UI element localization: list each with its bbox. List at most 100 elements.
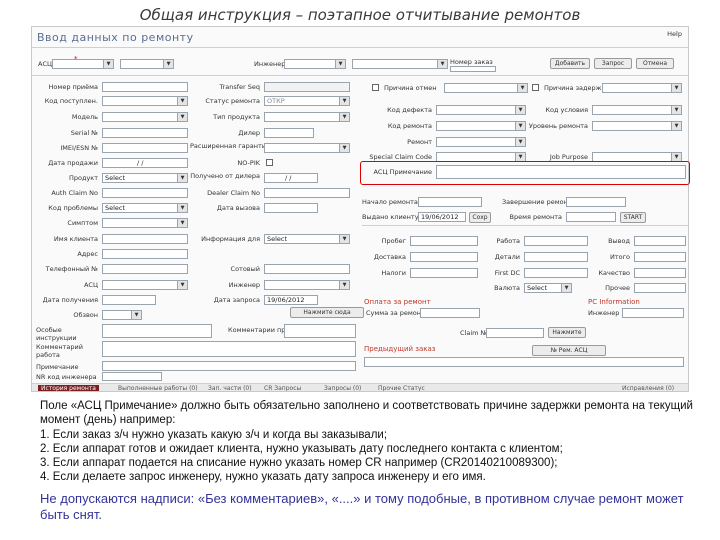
- mid-label: Дилер: [238, 129, 260, 137]
- right-label: Код ремонта: [387, 122, 432, 130]
- output-input[interactable]: [634, 236, 686, 246]
- tab-repair-history[interactable]: История ремонта: [38, 385, 99, 391]
- asc-field-select[interactable]: [102, 280, 188, 290]
- press-here-button[interactable]: Нажмите сюда: [290, 307, 364, 318]
- repair-status-select[interactable]: ОТКР: [264, 96, 350, 106]
- repair-end-input[interactable]: [566, 197, 626, 207]
- warning-text: Не допускаются надписи: «Без комментарие…: [40, 491, 684, 522]
- left-label: Код проблемы: [48, 204, 98, 212]
- repair-select[interactable]: [436, 137, 526, 147]
- repair-level-select[interactable]: [592, 121, 682, 131]
- client-info-select[interactable]: Select: [264, 234, 350, 244]
- special-instructions-label: Особые инструкции: [36, 326, 77, 342]
- tab-corrections[interactable]: Исправления (0): [622, 385, 674, 391]
- delivery-input[interactable]: [410, 252, 478, 262]
- engineer-select[interactable]: [284, 59, 346, 69]
- left-label: Обзвон: [73, 311, 98, 319]
- save-button[interactable]: Сохр: [469, 212, 491, 223]
- lower-right-label: Налоги: [381, 269, 406, 277]
- parts-input[interactable]: [524, 252, 588, 262]
- left-label: Код поступлен.: [44, 97, 98, 105]
- claim-input[interactable]: [486, 328, 544, 338]
- remarks-input[interactable]: [102, 361, 356, 371]
- engineer-field-select[interactable]: [264, 280, 350, 290]
- imei-input[interactable]: [102, 143, 188, 153]
- repair-start-input[interactable]: [418, 197, 482, 207]
- mid-label: Информация для: [201, 235, 260, 243]
- currency-select[interactable]: Select: [524, 283, 572, 293]
- add-button[interactable]: Добавить: [550, 58, 590, 69]
- auth-claim-input[interactable]: [102, 188, 188, 198]
- address-input[interactable]: [102, 249, 188, 259]
- product-type-select[interactable]: [264, 112, 350, 122]
- labor-input[interactable]: [524, 236, 588, 246]
- lower-right-label: Доставка: [373, 253, 406, 261]
- order-number-input[interactable]: [450, 66, 496, 72]
- mid-label: Дата вызова: [216, 204, 260, 212]
- quality-input[interactable]: [634, 268, 686, 278]
- call-select[interactable]: [102, 310, 142, 320]
- issue-date-input[interactable]: 19/06/2012: [418, 212, 466, 222]
- problem-code-select[interactable]: Select: [102, 203, 188, 213]
- tab-cr-requests[interactable]: CR Запросы: [264, 385, 301, 391]
- asc-repair-no-button[interactable]: № Рем. АСЦ: [532, 345, 606, 356]
- engineer-code-input[interactable]: [102, 372, 162, 381]
- help-link[interactable]: Help: [667, 30, 682, 38]
- divider: [362, 225, 688, 226]
- asc-select[interactable]: [52, 59, 114, 69]
- cancel-reason-checkbox[interactable]: [372, 84, 379, 91]
- request-date-input[interactable]: 19/06/2012: [264, 295, 318, 305]
- start-button[interactable]: START: [620, 212, 646, 223]
- receive-date-input[interactable]: [102, 295, 156, 305]
- delay-reason-select[interactable]: [602, 83, 682, 93]
- client-name-input[interactable]: [102, 234, 188, 244]
- dealer-input[interactable]: [264, 128, 314, 138]
- phone-input[interactable]: [102, 264, 188, 274]
- mileage-input[interactable]: [410, 236, 478, 246]
- model-select[interactable]: [102, 112, 188, 122]
- tab-completed-work[interactable]: Выполненные работы (0): [118, 385, 198, 391]
- condition-code-select[interactable]: [592, 105, 682, 115]
- request-button[interactable]: Запрос: [594, 58, 632, 69]
- special-instructions-input[interactable]: [102, 324, 212, 338]
- total-input[interactable]: [634, 252, 686, 262]
- claim-press-button[interactable]: Нажмите: [548, 327, 586, 338]
- repair-code-select[interactable]: [436, 121, 526, 131]
- cancel-reason-select[interactable]: [444, 83, 528, 93]
- dealer-claim-input[interactable]: [264, 188, 350, 198]
- other-input[interactable]: [634, 283, 686, 293]
- symptom-select[interactable]: [102, 218, 188, 228]
- sale-date-input[interactable]: / /: [102, 158, 188, 168]
- engineer-sub-select[interactable]: [352, 59, 448, 69]
- receipt-number-input[interactable]: [102, 82, 188, 92]
- repair-time-input[interactable]: [566, 212, 616, 222]
- cancel-button[interactable]: Отмена: [636, 58, 674, 69]
- dealer-received-date[interactable]: / /: [264, 173, 318, 183]
- receipt-code-select[interactable]: [102, 96, 188, 106]
- asc-sub-select[interactable]: [120, 59, 174, 69]
- product-select[interactable]: Select: [102, 173, 188, 183]
- call-date-input[interactable]: [264, 203, 318, 213]
- first-dc-input[interactable]: [524, 268, 588, 278]
- engineer-code-label: NR код инженера: [36, 373, 97, 381]
- left-label: Симптом: [67, 219, 98, 227]
- tab-parts[interactable]: Зап. части (0): [208, 385, 252, 391]
- repair-sum-input[interactable]: [420, 308, 480, 318]
- delay-reason-checkbox[interactable]: [532, 84, 539, 91]
- left-label: Адрес: [77, 250, 98, 258]
- tab-requests[interactable]: Запросы (0): [324, 385, 361, 391]
- client-comment-input[interactable]: [284, 324, 356, 338]
- extended-warranty-select[interactable]: [264, 143, 350, 153]
- instruction-item-3: 3. Если аппарат подается на списание нуж…: [40, 457, 558, 469]
- prev-order-input[interactable]: [364, 357, 684, 367]
- serial-input[interactable]: [102, 128, 188, 138]
- mobile-input[interactable]: [264, 264, 350, 274]
- work-comment-input[interactable]: [102, 341, 356, 357]
- defect-code-select[interactable]: [436, 105, 526, 115]
- no-pik-checkbox[interactable]: [266, 159, 273, 166]
- taxes-input[interactable]: [410, 268, 478, 278]
- intro-paragraph: Поле «АСЦ Примечание» должно быть обязат…: [40, 400, 693, 426]
- tab-other-status[interactable]: Прочие Статус: [378, 385, 425, 391]
- pc-engineer-input[interactable]: [622, 308, 684, 318]
- right-label: Причина задерж: [544, 84, 602, 92]
